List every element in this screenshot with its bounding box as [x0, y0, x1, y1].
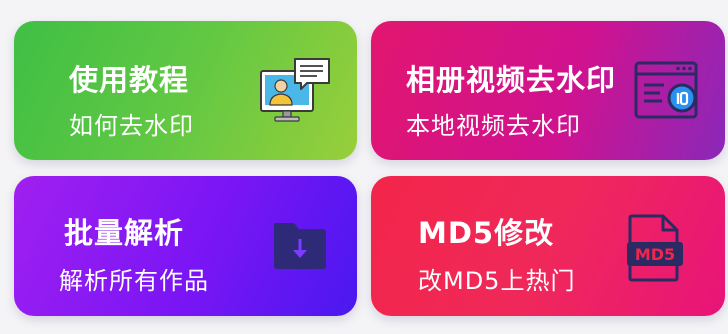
album-watermark-title: 相册视频去水印 — [406, 63, 617, 97]
album-watermark-subtitle: 本地视频去水印 — [406, 112, 581, 140]
batch-parse-title: 批量解析 — [64, 216, 185, 250]
md5-file-icon: MD5 — [627, 214, 683, 286]
batch-parse-card[interactable]: 批量解析 解析所有作品 — [14, 176, 357, 316]
video-tutorial-icon — [259, 57, 331, 133]
album-watermark-card[interactable]: 相册视频去水印 本地视频去水印 — [371, 21, 725, 160]
feature-grid: 使用教程 如何去水印 相册视频去水印 本地视频去水印 批量解析 解析所有作品 M… — [0, 0, 728, 334]
svg-text:MD5: MD5 — [635, 245, 675, 264]
tutorial-subtitle: 如何去水印 — [69, 112, 194, 140]
batch-parse-subtitle: 解析所有作品 — [59, 267, 209, 295]
md5-modify-card[interactable]: MD5修改 改MD5上热门 MD5 — [371, 176, 725, 316]
md5-modify-subtitle: 改MD5上热门 — [418, 267, 576, 295]
album-window-icon — [634, 60, 700, 128]
tutorial-title: 使用教程 — [69, 63, 190, 97]
folder-download-icon — [272, 221, 328, 275]
md5-modify-title: MD5修改 — [418, 216, 555, 250]
tutorial-card[interactable]: 使用教程 如何去水印 — [14, 21, 357, 160]
